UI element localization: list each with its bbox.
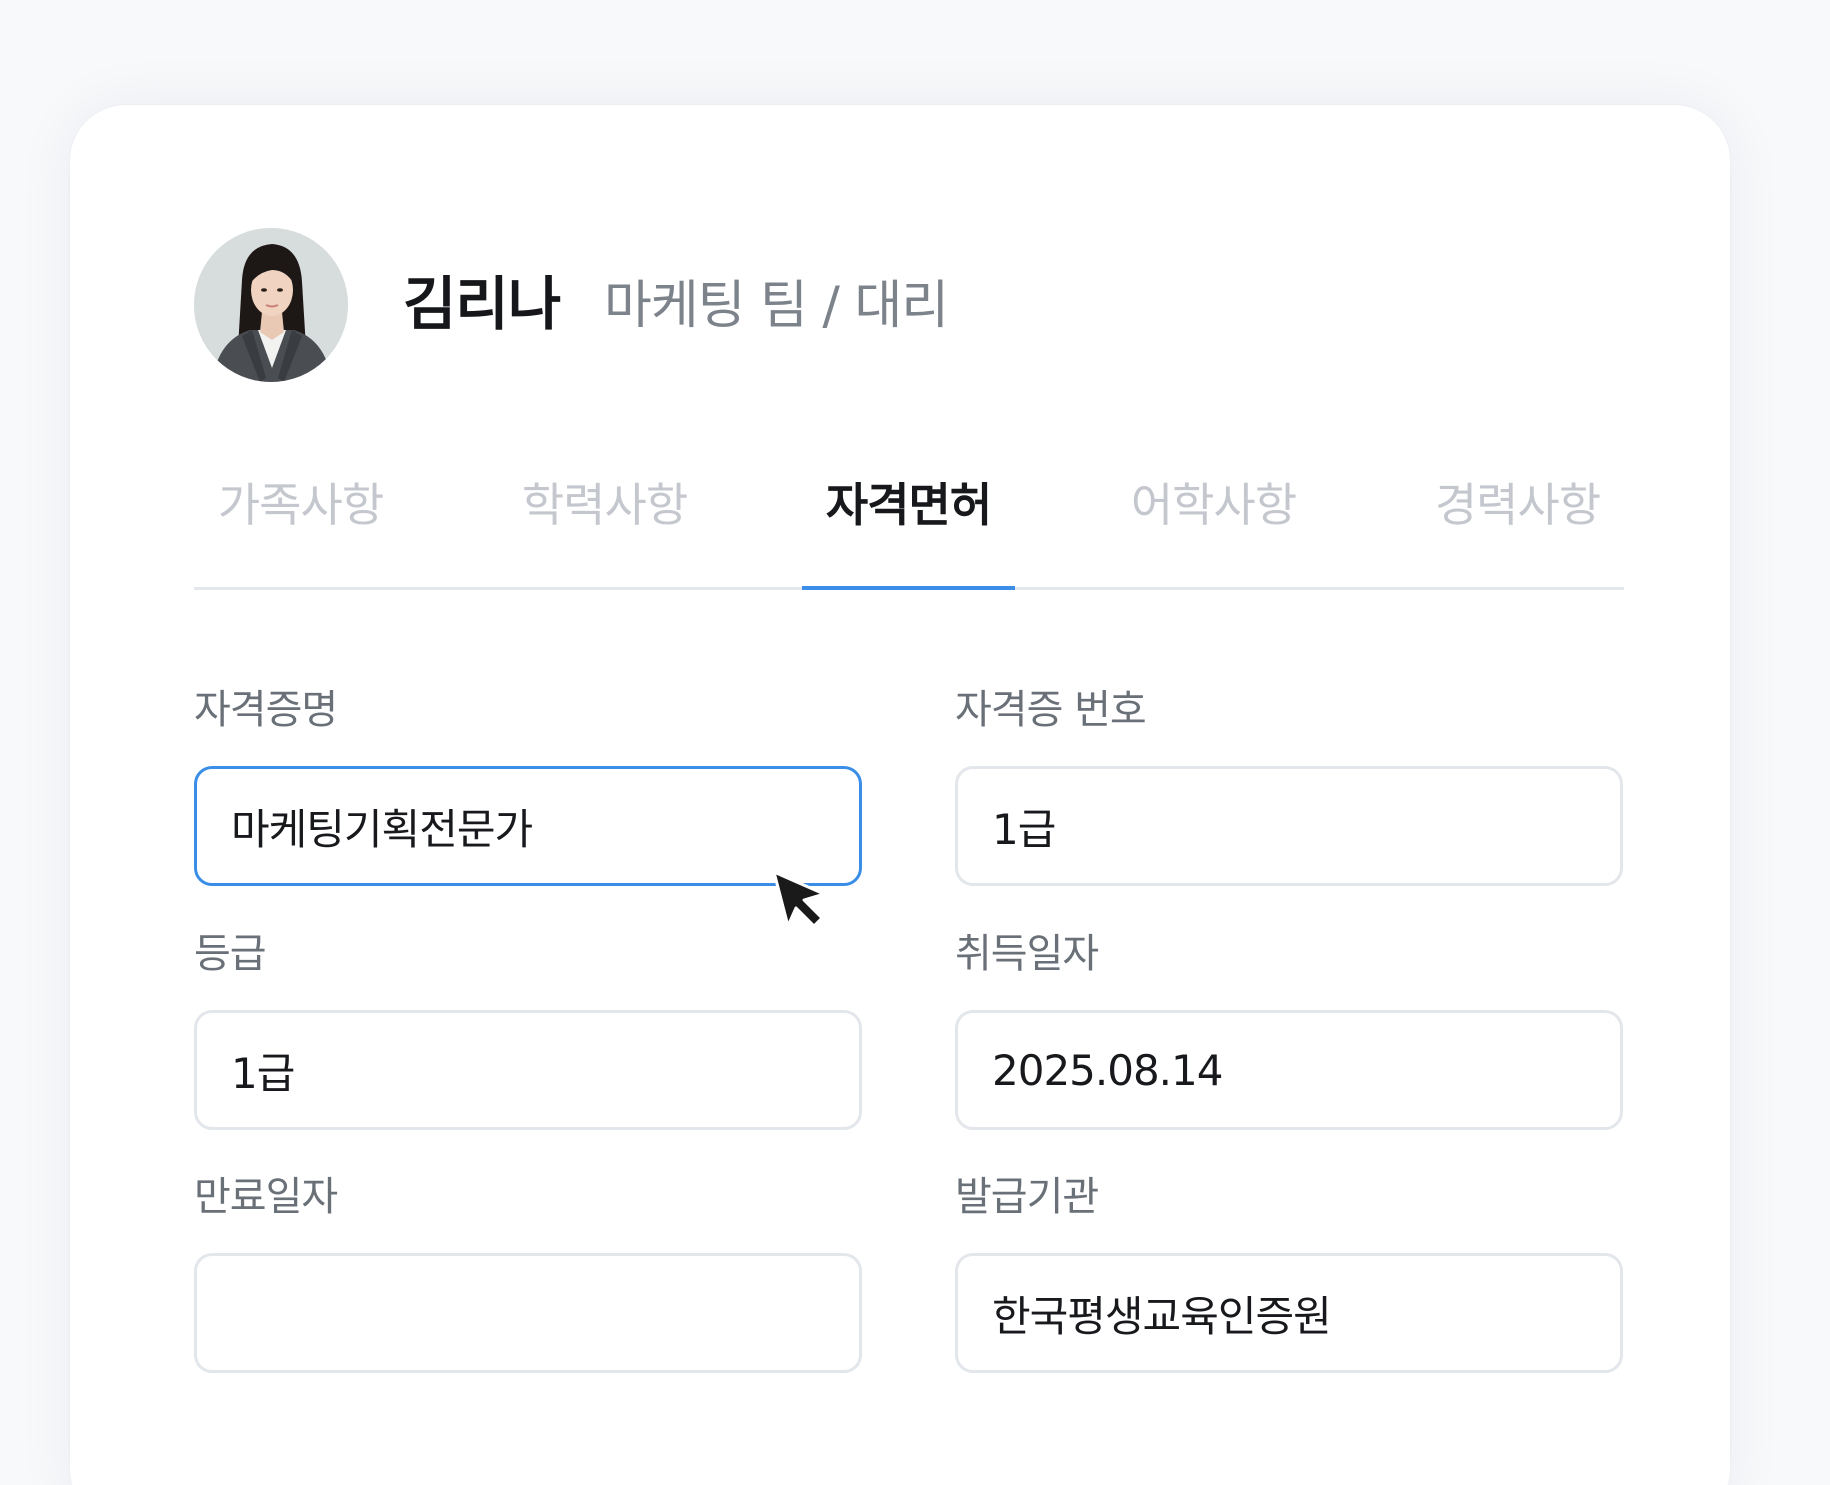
expiry-date-label: 만료일자 <box>194 1174 338 1220</box>
tab-career[interactable]: 경력사항 <box>1411 475 1624 590</box>
user-department: 마케팅 팀 / 대리 <box>604 276 949 336</box>
certificate-number-input[interactable] <box>955 766 1623 886</box>
user-name: 김리나 <box>403 270 561 338</box>
issuer-label: 발급기관 <box>955 1174 1099 1220</box>
avatar-photo <box>194 228 348 382</box>
grade-input[interactable] <box>194 1010 862 1130</box>
grade-label: 등급 <box>194 931 267 977</box>
expiry-date-input[interactable] <box>194 1253 862 1373</box>
tab-family[interactable]: 가족사항 <box>194 475 407 590</box>
certificate-number-label: 자격증 번호 <box>955 687 1147 733</box>
stage: 김리나 마케팅 팀 / 대리 가족사항 학력사항 자격면허 어학사항 경력사항 … <box>0 0 1830 1485</box>
mouse-cursor-icon <box>772 870 826 928</box>
tab-bar: 가족사항 학력사항 자격면허 어학사항 경력사항 <box>194 455 1624 590</box>
certificate-name-label: 자격증명 <box>194 687 338 733</box>
tab-education[interactable]: 학력사항 <box>498 475 711 590</box>
acquired-date-label: 취득일자 <box>955 931 1099 977</box>
acquired-date-input[interactable] <box>955 1010 1623 1130</box>
avatar <box>194 228 348 382</box>
tab-languages[interactable]: 어학사항 <box>1107 475 1320 590</box>
certificate-name-input[interactable] <box>194 766 862 886</box>
issuer-input[interactable] <box>955 1253 1623 1373</box>
tab-certificates[interactable]: 자격면허 <box>802 475 1015 590</box>
